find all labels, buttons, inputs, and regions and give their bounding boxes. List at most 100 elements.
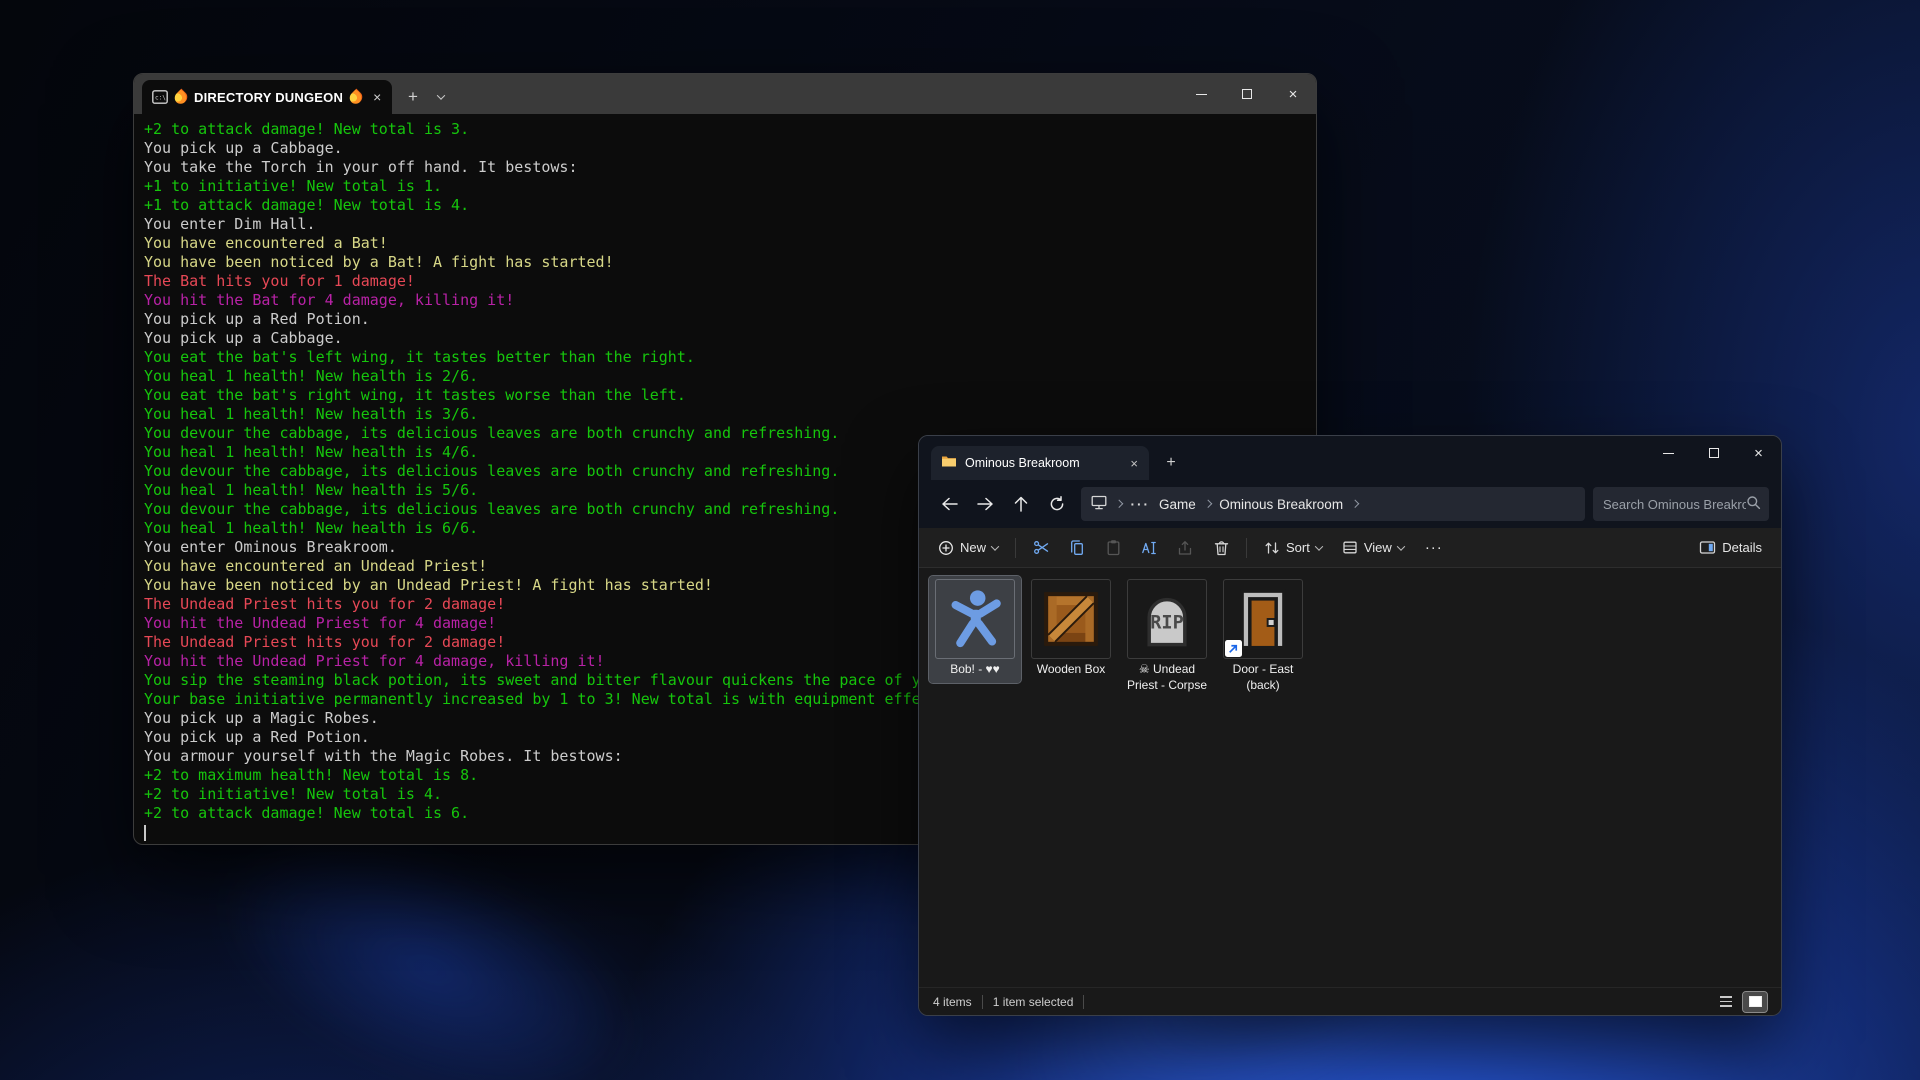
item-count: 4 items xyxy=(933,995,972,1009)
chevron-right-icon xyxy=(1351,500,1359,508)
terminal-tab-title: DIRECTORY DUNGEON xyxy=(194,90,343,105)
chevron-right-icon xyxy=(1115,500,1123,508)
new-button-label: New xyxy=(960,540,986,555)
toolbar-separator xyxy=(1015,538,1016,558)
chevron-down-icon xyxy=(437,91,445,99)
search-placeholder: Search Ominous Breakroom xyxy=(1603,497,1746,512)
terminal-tab[interactable]: c:\ DIRECTORY DUNGEON × xyxy=(142,80,392,114)
breadcrumb[interactable]: ··· Game Ominous Breakroom xyxy=(1081,487,1585,521)
svg-text:RIP: RIP xyxy=(1150,612,1184,633)
shortcut-arrow-icon xyxy=(1225,640,1242,657)
folder-icon xyxy=(941,454,957,473)
view-toggle-group xyxy=(1714,992,1767,1012)
details-pane-button[interactable]: Details xyxy=(1690,533,1771,563)
file-label: Door - East (back) xyxy=(1219,662,1307,693)
this-pc-icon xyxy=(1091,495,1107,513)
breadcrumb-item-game[interactable]: Game xyxy=(1159,497,1196,512)
tab-close-icon[interactable]: × xyxy=(369,89,385,105)
terminal-line: +1 to initiative! New total is 1. xyxy=(144,177,1308,196)
terminal-line: You heal 1 health! New health is 2/6. xyxy=(144,367,1308,386)
tab-close-icon[interactable]: × xyxy=(1127,456,1141,471)
minimize-button[interactable] xyxy=(1646,436,1691,470)
person-icon xyxy=(944,588,1006,650)
terminal-line: The Bat hits you for 1 damage! xyxy=(144,272,1308,291)
file-icon-box xyxy=(1031,579,1111,659)
breadcrumb-overflow-button[interactable]: ··· xyxy=(1131,497,1151,512)
explorer-tabstrip[interactable]: Ominous Breakroom × + × xyxy=(919,436,1781,480)
file-item-undead-priest-corpse[interactable]: RIP ☠ Undead Priest - Corpse xyxy=(1121,576,1213,698)
cut-button[interactable] xyxy=(1024,533,1058,563)
explorer-navigation-bar: ··· Game Ominous Breakroom Search Ominou… xyxy=(919,480,1781,528)
terminal-line: You enter Dim Hall. xyxy=(144,215,1308,234)
plus-circle-icon xyxy=(938,540,954,556)
close-button[interactable]: × xyxy=(1736,436,1781,470)
explorer-tab[interactable]: Ominous Breakroom × xyxy=(931,446,1149,480)
text-cursor xyxy=(144,825,146,841)
forward-button[interactable] xyxy=(967,487,1003,521)
terminal-line: You pick up a Cabbage. xyxy=(144,329,1308,348)
see-more-button[interactable]: ··· xyxy=(1415,539,1453,556)
details-view-icon xyxy=(1720,996,1732,1006)
maximize-icon xyxy=(1242,89,1252,99)
file-item-door-east[interactable]: Door - East (back) xyxy=(1217,576,1309,698)
maximize-button[interactable] xyxy=(1691,436,1736,470)
share-button[interactable] xyxy=(1168,533,1202,563)
status-separator xyxy=(1083,995,1084,1009)
file-item-bob[interactable]: Bob! - ♥♥ xyxy=(929,576,1021,683)
tombstone-icon: RIP xyxy=(1136,588,1198,650)
terminal-line: +2 to attack damage! New total is 3. xyxy=(144,120,1308,139)
tab-dropdown-button[interactable] xyxy=(428,82,454,112)
file-icon-box xyxy=(1223,579,1303,659)
details-pane-label: Details xyxy=(1722,540,1762,555)
up-button[interactable] xyxy=(1003,487,1039,521)
explorer-tab-title: Ominous Breakroom xyxy=(965,456,1119,470)
close-icon: × xyxy=(1754,446,1763,461)
terminal-line: +1 to attack damage! New total is 4. xyxy=(144,196,1308,215)
sort-button[interactable]: Sort xyxy=(1255,533,1331,563)
search-icon xyxy=(1746,495,1761,513)
file-label: ☠ Undead Priest - Corpse xyxy=(1123,662,1211,693)
desktop: c:\ DIRECTORY DUNGEON × + × +2 to attack… xyxy=(0,0,1920,1080)
terminal-line: You take the Torch in your off hand. It … xyxy=(144,158,1308,177)
large-icons-view-icon xyxy=(1749,996,1762,1007)
terminal-line: You eat the bat's right wing, it tastes … xyxy=(144,386,1308,405)
fire-icon xyxy=(172,88,190,106)
terminal-line: You have encountered a Bat! xyxy=(144,234,1308,253)
back-button[interactable] xyxy=(931,487,967,521)
close-button[interactable]: × xyxy=(1270,74,1316,114)
file-icon-box: RIP xyxy=(1127,579,1207,659)
terminal-line: You pick up a Red Potion. xyxy=(144,310,1308,329)
terminal-titlebar[interactable]: c:\ DIRECTORY DUNGEON × + × xyxy=(134,74,1316,114)
explorer-command-bar: New Sort xyxy=(919,528,1781,568)
details-view-button[interactable] xyxy=(1714,992,1738,1012)
terminal-window-controls: × xyxy=(1178,74,1316,114)
toolbar-separator xyxy=(1246,538,1247,558)
file-list[interactable]: Bob! - ♥♥ Wooden Box xyxy=(919,568,1781,706)
minimize-icon xyxy=(1196,94,1207,95)
breadcrumb-item-ominous-breakroom[interactable]: Ominous Breakroom xyxy=(1219,497,1343,512)
maximize-button[interactable] xyxy=(1224,74,1270,114)
file-item-wooden-box[interactable]: Wooden Box xyxy=(1025,576,1117,683)
maximize-icon xyxy=(1709,448,1719,458)
selection-count: 1 item selected xyxy=(993,995,1074,1009)
file-label: Bob! - ♥♥ xyxy=(931,662,1019,678)
new-button[interactable]: New xyxy=(929,533,1007,563)
refresh-button[interactable] xyxy=(1039,487,1075,521)
new-tab-button[interactable]: + xyxy=(1157,449,1185,477)
new-tab-button[interactable]: + xyxy=(398,82,428,112)
explorer-window-controls: × xyxy=(1646,436,1781,470)
view-button[interactable]: View xyxy=(1333,533,1413,563)
terminal-line: You pick up a Cabbage. xyxy=(144,139,1308,158)
minimize-button[interactable] xyxy=(1178,74,1224,114)
large-icons-view-button[interactable] xyxy=(1743,992,1767,1012)
status-separator xyxy=(982,995,983,1009)
explorer-status-bar: 4 items 1 item selected xyxy=(919,987,1781,1015)
paste-button[interactable] xyxy=(1096,533,1130,563)
file-label: Wooden Box xyxy=(1027,662,1115,678)
copy-button[interactable] xyxy=(1060,533,1094,563)
chevron-down-icon xyxy=(991,542,999,550)
view-icon xyxy=(1342,540,1358,555)
rename-button[interactable] xyxy=(1132,533,1166,563)
delete-button[interactable] xyxy=(1204,533,1238,563)
search-input[interactable]: Search Ominous Breakroom xyxy=(1593,487,1769,521)
